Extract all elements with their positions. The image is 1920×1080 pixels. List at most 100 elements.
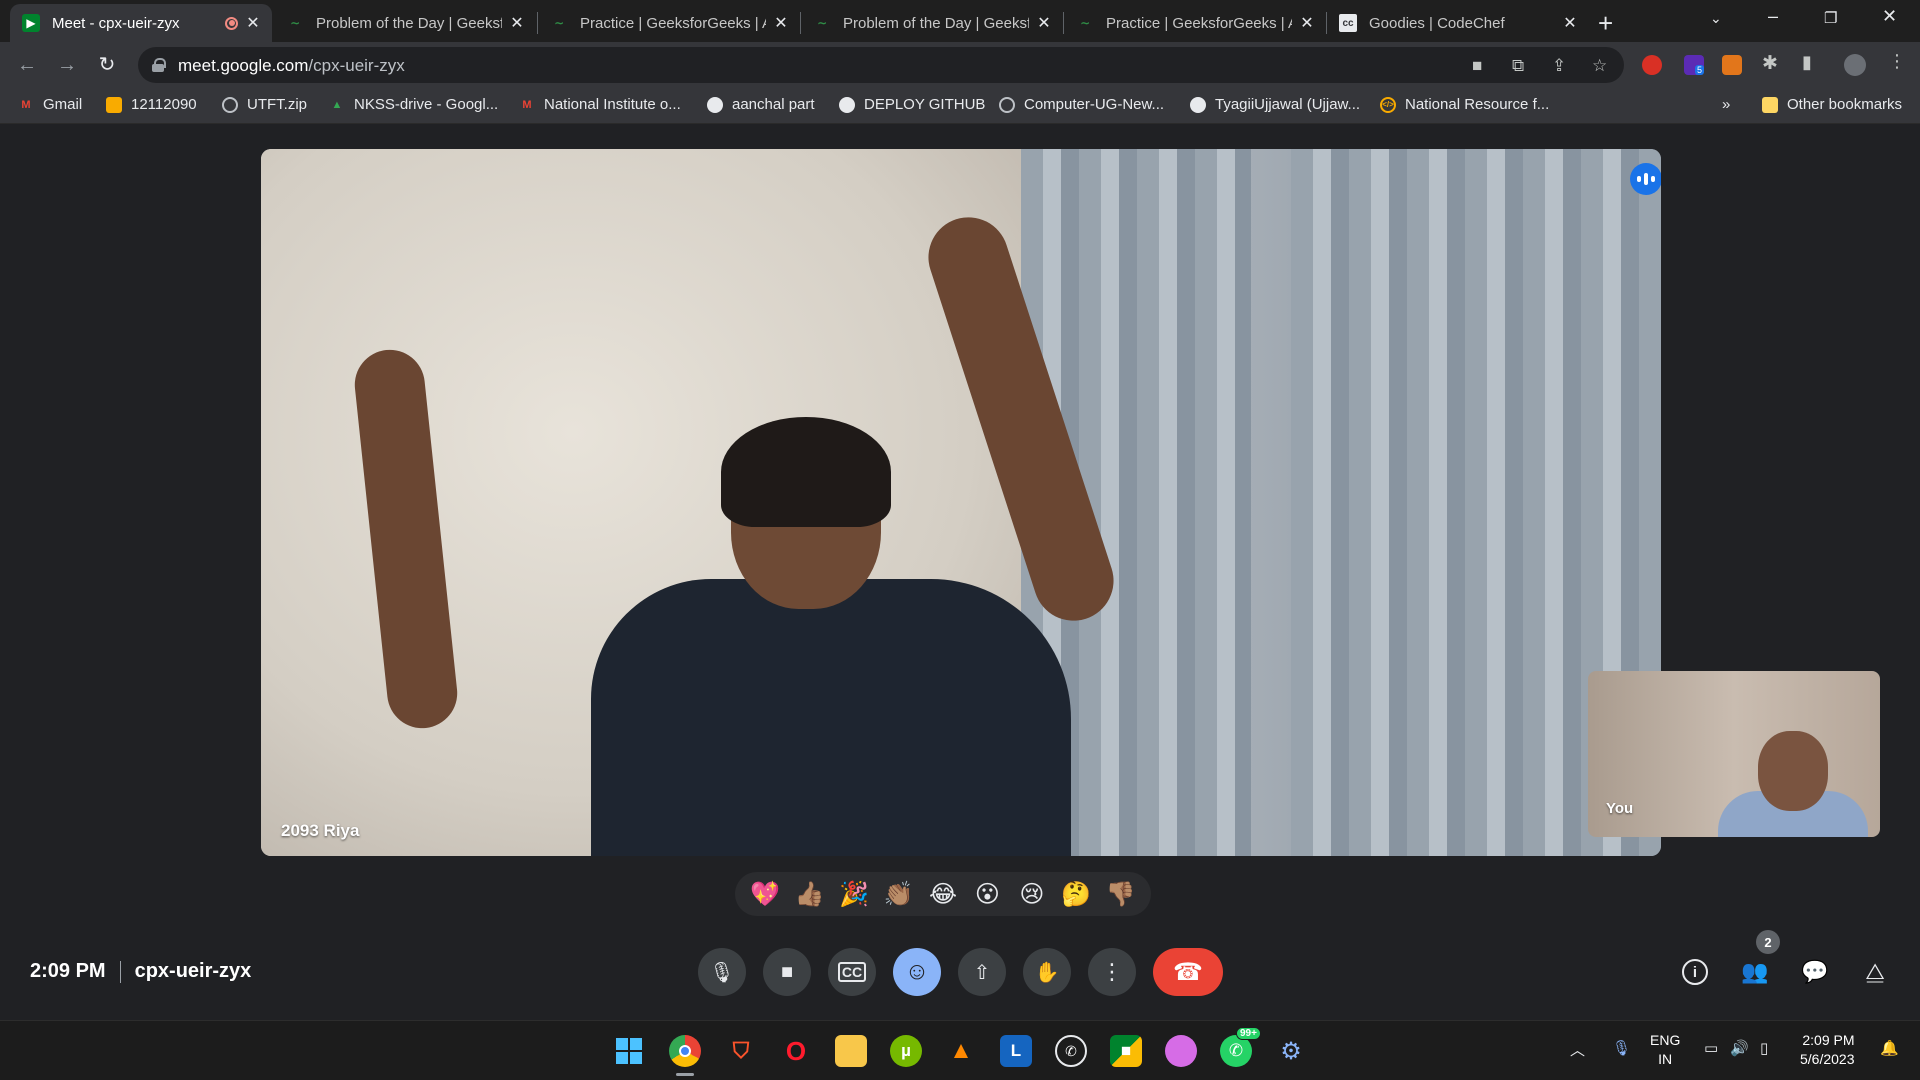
brave-taskbar-icon[interactable]: ⛉	[725, 1035, 757, 1067]
network-icon[interactable]: ▭	[1704, 1039, 1718, 1057]
tab-gfg-practice-2[interactable]: ∼ Practice | GeeksforGeeks | A ✕	[1064, 4, 1326, 42]
present-button[interactable]: ⇧	[958, 948, 1006, 996]
restore-icon[interactable]: ❐	[1824, 9, 1837, 27]
battery-icon[interactable]: ▯	[1760, 1039, 1768, 1057]
tab-gfg-potd-2[interactable]: ∼ Problem of the Day | GeeksforGeeks ✕	[801, 4, 1063, 42]
bookmark-nkss-drive[interactable]: ▲ NKSS-drive - Googl...	[329, 96, 499, 113]
tab-gfg-potd-1[interactable]: ∼ Problem of the Day | GeeksforGeeks ✕	[274, 4, 536, 42]
open-in-new-icon[interactable]: ⧉	[1512, 56, 1524, 76]
profile-avatar[interactable]	[1844, 54, 1866, 76]
bookmark-label: TyagiiUjjawal (Ujjaw...	[1215, 96, 1361, 113]
utorrent-taskbar-icon[interactable]: µ	[890, 1035, 922, 1067]
bookmark-star-icon[interactable]: ☆	[1592, 56, 1607, 76]
reactions-button[interactable]: ☺	[893, 948, 941, 996]
lock-icon[interactable]	[152, 58, 166, 72]
close-tab-icon[interactable]: ✕	[1561, 13, 1579, 33]
system-clock[interactable]: 2:09 PM 5/6/2023	[1800, 1031, 1855, 1069]
share-icon[interactable]: ⇪	[1552, 56, 1566, 76]
close-tab-icon[interactable]: ✕	[772, 13, 790, 33]
chrome-taskbar-icon[interactable]	[669, 1035, 701, 1067]
classroom-icon	[106, 96, 122, 113]
bookmark-computer-ug[interactable]: Computer-UG-New...	[999, 96, 1164, 113]
bookmark-tyagiiujjawal[interactable]: TyagiiUjjawal (Ujjaw...	[1190, 96, 1360, 113]
reaction-laughing[interactable]: 😂	[923, 880, 963, 909]
extension-adblock-icon[interactable]	[1642, 55, 1662, 75]
reaction-thumbs-down[interactable]: 👎🏽	[1101, 880, 1141, 909]
main-video-tile[interactable]: 2093 Riya	[261, 149, 1661, 856]
reload-icon[interactable]: ↻	[94, 52, 120, 78]
meet-favicon-icon: ▶	[22, 14, 40, 32]
leave-call-button[interactable]: ☎	[1153, 948, 1223, 996]
camera-in-use-icon[interactable]: ■	[1472, 56, 1482, 76]
meeting-details-button[interactable]: i	[1679, 956, 1711, 988]
reaction-crying[interactable]: 😢	[1012, 880, 1052, 909]
meeting-code[interactable]: cpx-ueir-zyx	[135, 960, 252, 983]
bookmark-utft[interactable]: UTFT.zip	[222, 96, 307, 113]
more-options-button[interactable]: ⋮	[1088, 948, 1136, 996]
chat-button[interactable]: 💬	[1799, 956, 1831, 988]
windows-start-icon[interactable]	[613, 1035, 645, 1067]
reaction-clapping[interactable]: 👏🏽	[879, 880, 919, 909]
reaction-thinking[interactable]: 🤔	[1056, 880, 1096, 909]
bookmark-gmail[interactable]: M Gmail	[18, 96, 82, 113]
bookmark-deploy-github[interactable]: DEPLOY GITHUB	[839, 96, 985, 113]
reaction-party-popper[interactable]: 🎉	[834, 880, 874, 909]
close-tab-icon[interactable]: ✕	[244, 13, 262, 33]
close-window-icon[interactable]: ✕	[1882, 6, 1897, 27]
meet-controls-bar: 2:09 PM cpx-ueir-zyx 🎙 ■ CC ☺ ⇧ ✋ ⋮ ☎ i …	[0, 924, 1920, 1020]
close-tab-icon[interactable]: ✕	[1298, 13, 1316, 33]
l-app-taskbar-icon[interactable]: L	[1000, 1035, 1032, 1067]
reaction-thumbs-up[interactable]: 👍🏽	[790, 880, 830, 909]
whatsapp-taskbar-icon[interactable]: ✆	[1055, 1035, 1087, 1067]
bookmarks-overflow-button[interactable]: »	[1722, 96, 1730, 113]
bookmark-national-resource[interactable]: </> National Resource f...	[1380, 96, 1549, 113]
other-bookmarks[interactable]: Other bookmarks	[1762, 96, 1902, 113]
extension-metamask-icon[interactable]	[1722, 55, 1742, 75]
url-text[interactable]: meet.google.com/cpx-ueir-zyx	[178, 56, 405, 76]
opera-taskbar-icon[interactable]: O	[780, 1035, 812, 1067]
new-tab-icon[interactable]: +	[1598, 8, 1613, 39]
close-tab-icon[interactable]: ✕	[508, 13, 526, 33]
camera-button[interactable]: ■	[763, 948, 811, 996]
show-hidden-icons[interactable]: ︿	[1570, 1039, 1585, 1060]
activities-button[interactable]: ⧋	[1859, 956, 1891, 988]
whatsapp-desktop-taskbar-icon[interactable]: ✆ 99+	[1220, 1027, 1261, 1067]
bookmark-label: UTFT.zip	[247, 96, 307, 113]
reaction-surprised[interactable]: 😮	[967, 880, 1007, 909]
captions-button[interactable]: CC	[828, 948, 876, 996]
bookmark-aanchal-part[interactable]: aanchal part	[707, 96, 815, 113]
mic-in-use-icon[interactable]: 🎙	[1612, 1039, 1631, 1057]
tab-gfg-practice-1[interactable]: ∼ Practice | GeeksforGeeks | A ✕	[538, 4, 800, 42]
settings-taskbar-icon[interactable]: ⚙	[1275, 1035, 1307, 1067]
file-explorer-taskbar-icon[interactable]	[835, 1035, 867, 1067]
reaction-sparkling-heart[interactable]: 💖	[745, 880, 785, 909]
people-button[interactable]: 👥	[1739, 956, 1771, 988]
tab-codechef[interactable]: cc Goodies | CodeChef ✕	[1327, 4, 1589, 42]
volume-icon[interactable]: 🔊	[1730, 1039, 1749, 1057]
back-icon[interactable]: ←	[14, 52, 40, 78]
bookmark-national-institute[interactable]: M National Institute o...	[519, 96, 680, 113]
chrome-menu-icon[interactable]: ⋮	[1888, 51, 1906, 72]
microphone-button[interactable]: 🎙	[698, 948, 746, 996]
hand-icon: ✋	[1034, 961, 1060, 984]
clock-time: 2:09 PM	[1802, 1032, 1855, 1048]
tab-search-icon[interactable]: ⌄	[1710, 10, 1722, 27]
self-view-tile[interactable]: You	[1588, 671, 1880, 837]
side-panel-icon[interactable]: ▮	[1802, 52, 1812, 73]
extensions-puzzle-icon[interactable]: ✱	[1762, 52, 1778, 75]
notifications-icon[interactable]: 🔔	[1880, 1039, 1899, 1057]
close-tab-icon[interactable]: ✕	[1035, 13, 1053, 33]
google-meet-taskbar-icon[interactable]: ■	[1110, 1035, 1142, 1067]
language-indicator[interactable]: ENG IN	[1650, 1031, 1680, 1069]
extension-purple-icon[interactable]: 5	[1684, 55, 1705, 75]
tab-meet[interactable]: ▶ Meet - cpx-ueir-zyx ✕	[10, 4, 272, 42]
raise-hand-button[interactable]: ✋	[1023, 948, 1071, 996]
codechef-favicon-icon: cc	[1339, 14, 1357, 32]
self-label: You	[1606, 800, 1634, 817]
address-bar[interactable]: meet.google.com/cpx-ueir-zyx ■ ⧉ ⇪ ☆	[138, 47, 1624, 83]
vlc-taskbar-icon[interactable]: ▲	[945, 1035, 977, 1067]
forward-icon[interactable]: →	[54, 52, 80, 78]
app-taskbar-icon[interactable]	[1165, 1035, 1197, 1067]
minimize-icon[interactable]: –	[1768, 6, 1778, 27]
bookmark-12112090[interactable]: 12112090	[106, 96, 197, 113]
